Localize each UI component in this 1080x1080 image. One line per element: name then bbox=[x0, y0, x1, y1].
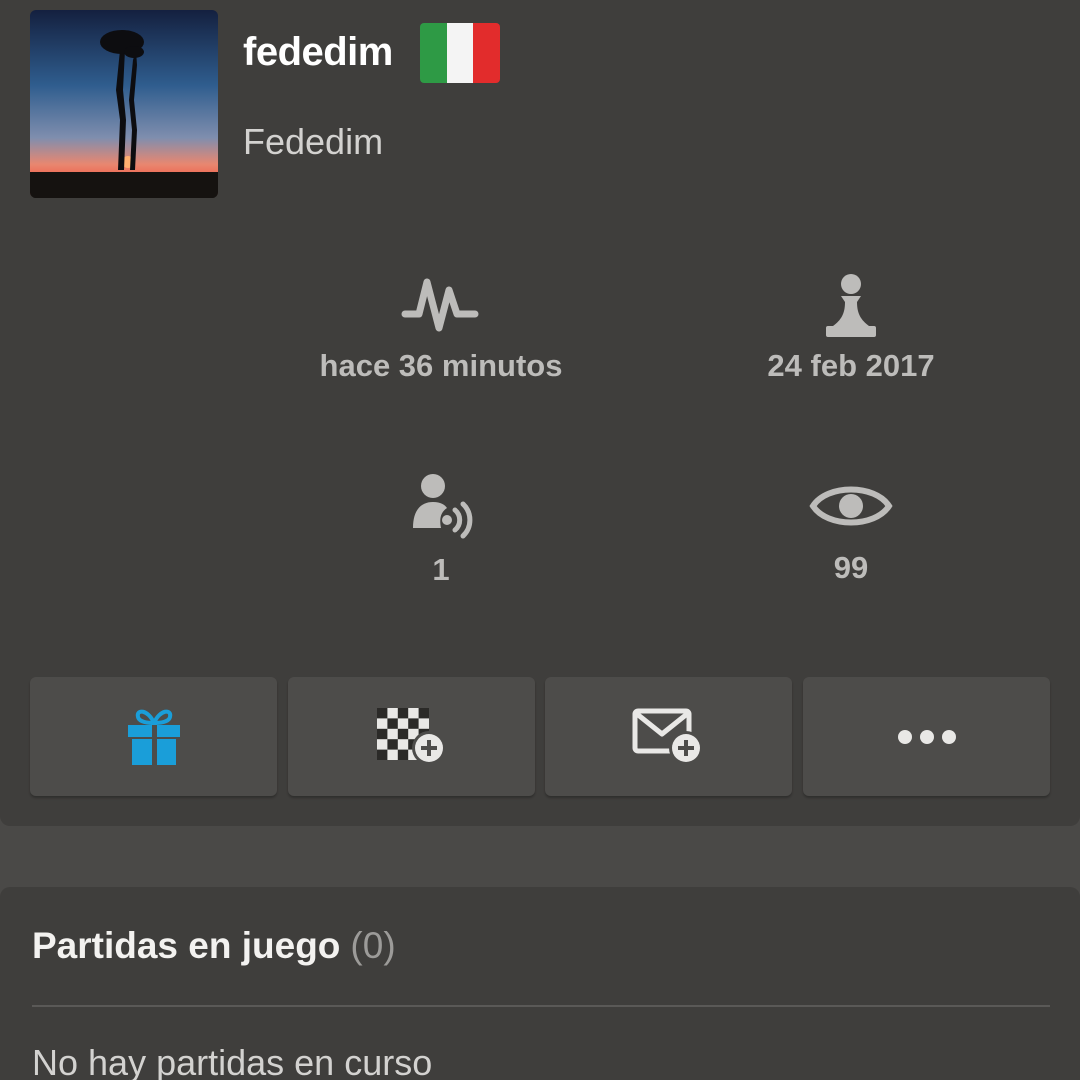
activity-pulse-icon bbox=[401, 278, 479, 332]
avatar[interactable] bbox=[30, 10, 218, 198]
divider bbox=[32, 1005, 1050, 1007]
stat-followers[interactable]: 1 bbox=[271, 470, 611, 590]
eye-icon bbox=[809, 486, 893, 526]
member-since-text: 24 feb 2017 bbox=[767, 348, 935, 383]
flag-stripe-green bbox=[420, 23, 447, 83]
flag-stripe-red bbox=[473, 23, 500, 83]
follower-broadcast-icon bbox=[413, 474, 473, 539]
last-seen-text: hace 36 minutos bbox=[319, 348, 563, 383]
no-games-message: No hay partidas en curso bbox=[32, 1042, 433, 1080]
username: fededim bbox=[243, 30, 393, 74]
stat-member-since: 24 feb 2017 bbox=[681, 272, 1021, 386]
followers-count: 1 bbox=[432, 552, 450, 587]
challenge-button[interactable] bbox=[288, 677, 535, 796]
italy-flag-icon bbox=[420, 23, 500, 83]
mail-add-icon bbox=[632, 708, 703, 765]
real-name: Fededim bbox=[243, 121, 384, 162]
views-count: 99 bbox=[833, 550, 869, 585]
gift-button[interactable] bbox=[30, 677, 277, 796]
message-button[interactable] bbox=[545, 677, 792, 796]
more-dots-icon bbox=[897, 729, 956, 744]
gift-icon bbox=[127, 709, 180, 765]
flag-stripe-white bbox=[446, 23, 474, 83]
action-bar bbox=[30, 677, 1050, 796]
profile-card: fededim Fededim hace 36 minutos 24 feb 2… bbox=[0, 0, 1080, 826]
ongoing-games-title: Partidas en juego (0) bbox=[32, 923, 396, 969]
profile-page: fededim Fededim hace 36 minutos 24 feb 2… bbox=[0, 0, 1080, 1080]
more-button[interactable] bbox=[803, 677, 1050, 796]
chessboard-add-icon bbox=[376, 707, 446, 765]
chess-pawn-icon bbox=[826, 274, 876, 337]
ongoing-games-count: (0) bbox=[350, 925, 396, 966]
ongoing-games-card: Partidas en juego (0) No hay partidas en … bbox=[0, 887, 1080, 1080]
stat-views: 99 bbox=[681, 478, 1021, 588]
stat-last-seen: hace 36 minutos bbox=[271, 272, 611, 386]
ongoing-games-label: Partidas en juego bbox=[32, 925, 341, 966]
